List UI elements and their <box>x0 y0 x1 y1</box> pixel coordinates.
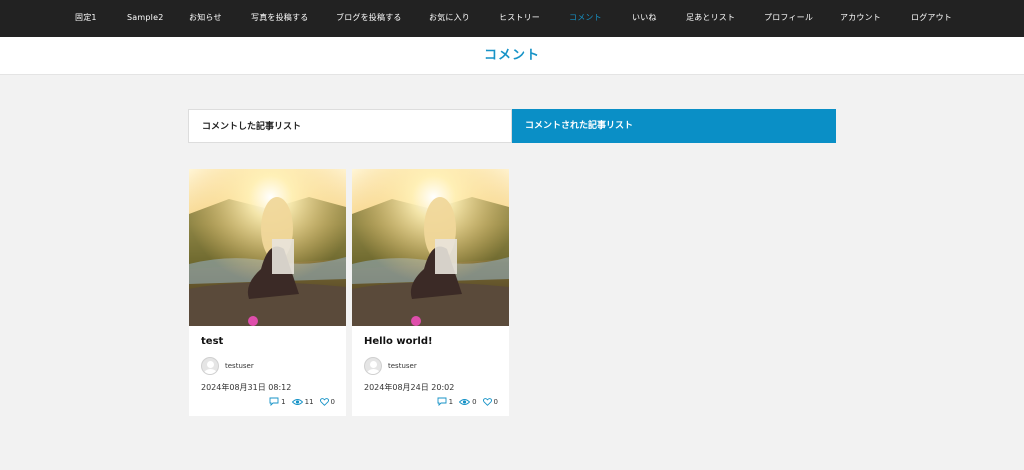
post-title[interactable]: test <box>201 336 223 347</box>
nav-item-account[interactable]: アカウント <box>840 0 881 37</box>
nav-item-logout[interactable]: ログアウト <box>911 0 952 37</box>
like-count: 0 <box>482 397 498 406</box>
post-stats: 1 0 0 <box>431 397 498 406</box>
nav-item-comments[interactable]: コメント <box>569 0 602 37</box>
eye-icon <box>291 398 303 405</box>
post-date: 2024年08月24日 20:02 <box>364 383 455 392</box>
heart-icon <box>319 397 329 406</box>
post-card[interactable]: test testuser 2024年08月31日 08:12 1 11 0 <box>189 169 346 416</box>
post-date: 2024年08月31日 08:12 <box>201 383 292 392</box>
comment-icon <box>437 397 447 406</box>
post-title[interactable]: Hello world! <box>364 336 433 347</box>
post-thumbnail[interactable] <box>189 169 346 326</box>
heart-icon <box>482 397 492 406</box>
nav-item-likes[interactable]: いいね <box>632 0 657 37</box>
avatar <box>364 357 382 375</box>
view-count: 11 <box>291 398 314 406</box>
comment-count: 1 <box>437 397 453 406</box>
nav-item-history[interactable]: ヒストリー <box>499 0 540 37</box>
nav-item-news[interactable]: お知らせ <box>189 0 222 37</box>
author-name: testuser <box>388 362 417 370</box>
view-count: 0 <box>459 398 477 406</box>
nav-item-kotei1[interactable]: 固定1 <box>75 0 97 37</box>
comment-icon <box>269 397 279 406</box>
nav-item-sample2[interactable]: Sample2 <box>127 0 164 37</box>
nav-item-favorites[interactable]: お気に入り <box>429 0 470 37</box>
nav-item-footprints[interactable]: 足あとリスト <box>686 0 735 37</box>
author-name: testuser <box>225 362 254 370</box>
nav-item-profile[interactable]: プロフィール <box>764 0 813 37</box>
eye-icon <box>459 398 471 405</box>
tab-commented-articles[interactable]: コメントした記事リスト <box>188 109 512 143</box>
post-thumbnail[interactable] <box>352 169 509 326</box>
nav-item-post-photo[interactable]: 写真を投稿する <box>251 0 308 37</box>
nav-item-post-blog[interactable]: ブログを投稿する <box>336 0 402 37</box>
top-nav: 固定1 Sample2 お知らせ 写真を投稿する ブログを投稿する お気に入り … <box>0 0 1024 37</box>
tab-received-comments-articles[interactable]: コメントされた記事リスト <box>512 109 836 143</box>
post-author: testuser <box>201 357 254 375</box>
post-stats: 1 11 0 <box>263 397 335 406</box>
like-count: 0 <box>319 397 335 406</box>
avatar <box>201 357 219 375</box>
page-title: コメント <box>0 37 1024 75</box>
post-author: testuser <box>364 357 417 375</box>
comment-list-tabs: コメントした記事リスト コメントされた記事リスト <box>188 109 836 143</box>
post-card[interactable]: Hello world! testuser 2024年08月24日 20:02 … <box>352 169 509 416</box>
comment-count: 1 <box>269 397 286 406</box>
